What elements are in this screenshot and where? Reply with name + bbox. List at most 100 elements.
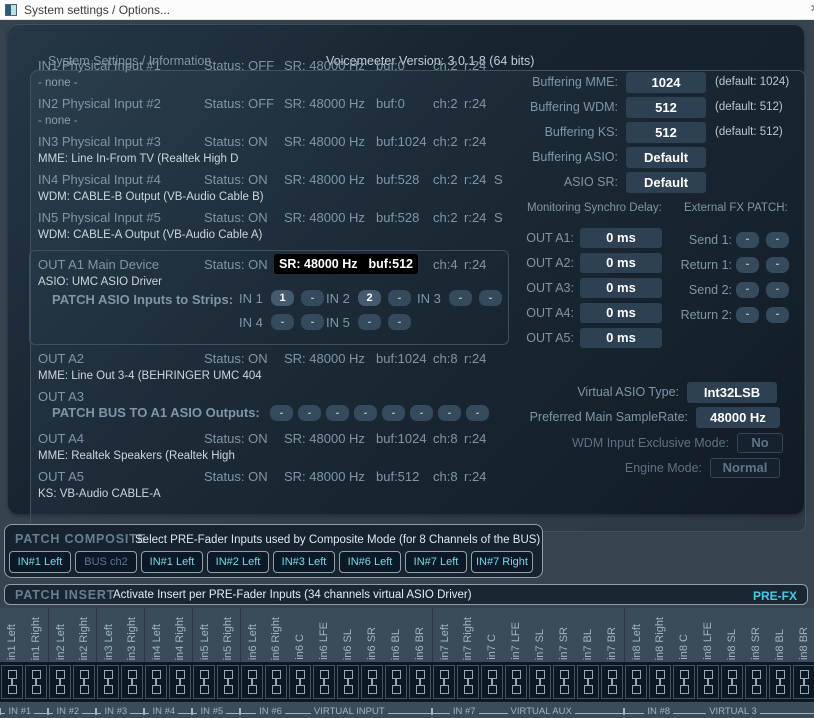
insert-toggle[interactable] — [73, 665, 95, 699]
device-buffer: buf:1024 — [376, 431, 427, 446]
virtual-asio-type-value[interactable]: Int32LSB — [687, 382, 777, 403]
preferred-samplerate-value[interactable]: 48000 Hz — [696, 407, 780, 428]
patch-bus-button[interactable]: - — [270, 405, 293, 421]
composite-button[interactable]: IN#3 Left — [273, 551, 335, 573]
insert-toggle[interactable] — [649, 665, 671, 699]
insert-toggle[interactable] — [505, 665, 527, 699]
patch-asio-button[interactable]: - — [358, 314, 381, 330]
insert-toggle[interactable] — [361, 665, 383, 699]
insert-toggle[interactable] — [169, 665, 191, 699]
fx-patch-button[interactable]: - — [736, 232, 759, 248]
device-list-outputs: OUT A4Status: ONSR: 48000 Hzbuf:1024ch:8… — [30, 427, 508, 503]
insert-toggle[interactable] — [481, 665, 503, 699]
device-name: IN1 Physical Input #1 — [38, 58, 161, 73]
composite-button[interactable]: IN#1 Left — [141, 551, 203, 573]
insert-toggle[interactable] — [721, 665, 743, 699]
title-bar[interactable]: System settings / Options... ✕ — [0, 0, 814, 20]
insert-toggle[interactable] — [97, 665, 119, 699]
insert-toggle[interactable] — [265, 665, 287, 699]
insert-channel-label: in6 Left — [240, 608, 264, 662]
patch-bus-button[interactable]: - — [382, 405, 405, 421]
insert-toggle[interactable] — [625, 665, 647, 699]
composite-button[interactable]: IN#1 Left — [9, 551, 71, 573]
patch-asio-button[interactable]: - — [271, 314, 294, 330]
insert-toggle[interactable] — [385, 665, 407, 699]
insert-toggle[interactable] — [601, 665, 623, 699]
insert-toggle[interactable] — [769, 665, 791, 699]
insert-toggle[interactable] — [1, 665, 23, 699]
fx-patch-button[interactable]: - — [766, 307, 789, 323]
insert-toggle[interactable] — [337, 665, 359, 699]
insert-cell — [336, 662, 360, 702]
insert-toggle[interactable] — [121, 665, 143, 699]
monitoring-delay-value[interactable]: 0 ms — [580, 328, 662, 348]
insert-toggle[interactable] — [457, 665, 479, 699]
patch-asio-button[interactable]: 2 — [358, 290, 381, 306]
patch-connector-icon — [8, 670, 17, 694]
insert-toggle[interactable] — [529, 665, 551, 699]
patch-bus-button[interactable]: - — [410, 405, 433, 421]
device-buffer: buf:512 — [376, 469, 419, 484]
insert-cell — [696, 662, 720, 702]
buffering-value[interactable]: 512 — [626, 97, 706, 118]
composite-button[interactable]: IN#7 Right — [471, 551, 533, 573]
insert-toggle[interactable] — [745, 665, 767, 699]
insert-toggle[interactable] — [673, 665, 695, 699]
insert-channel-label: in4 Right — [168, 608, 192, 662]
insert-channel-label: in7 Left — [432, 608, 456, 662]
fx-patch-button[interactable]: - — [736, 257, 759, 273]
insert-toggle[interactable] — [49, 665, 71, 699]
pre-fx-link[interactable]: PRE-FX — [753, 589, 797, 603]
patch-bus-button[interactable]: - — [466, 405, 489, 421]
patch-asio-button[interactable]: 1 — [271, 290, 294, 306]
out-a1-group: OUT A1 Main Device Status: ON SR: 48000 … — [29, 250, 509, 345]
fx-patch-button[interactable]: - — [736, 307, 759, 323]
composite-button[interactable]: IN#7 Left — [405, 551, 467, 573]
insert-cell — [456, 662, 480, 702]
patch-bus-button[interactable]: - — [438, 405, 461, 421]
patch-asio-button[interactable]: - — [388, 290, 411, 306]
insert-toggle[interactable] — [433, 665, 455, 699]
patch-bus-button[interactable]: - — [326, 405, 349, 421]
wdm-exclusive-mode-value[interactable]: No — [737, 433, 783, 453]
device-channels: ch:2 — [433, 134, 458, 149]
patch-asio-button[interactable]: - — [301, 314, 324, 330]
fx-patch-button[interactable]: - — [766, 282, 789, 298]
patch-asio-button[interactable]: - — [388, 314, 411, 330]
buffering-value[interactable]: Default — [626, 147, 706, 168]
buffering-value[interactable]: 1024 — [626, 72, 706, 93]
buffering-value[interactable]: 512 — [626, 122, 706, 143]
insert-toggle[interactable] — [193, 665, 215, 699]
fx-patch-button[interactable]: - — [766, 232, 789, 248]
insert-channel-label: in6 LFE — [312, 608, 336, 662]
engine-mode-value[interactable]: Normal — [710, 458, 780, 478]
buffering-value[interactable]: Default — [626, 172, 706, 193]
patch-bus-button[interactable]: - — [298, 405, 321, 421]
insert-toggle[interactable] — [25, 665, 47, 699]
insert-toggle[interactable] — [313, 665, 335, 699]
fx-patch-button[interactable]: - — [766, 257, 789, 273]
insert-toggle[interactable] — [217, 665, 239, 699]
patch-asio-button[interactable]: - — [301, 290, 324, 306]
patch-bus-button[interactable]: - — [354, 405, 377, 421]
insert-toggle[interactable] — [697, 665, 719, 699]
insert-toggle[interactable] — [793, 665, 814, 699]
buffering-row: Buffering ASIO:Default — [500, 146, 806, 168]
close-icon[interactable]: ✕ — [804, 1, 814, 16]
insert-cell — [672, 662, 696, 702]
insert-cell — [720, 662, 744, 702]
fx-patch-button[interactable]: - — [736, 282, 759, 298]
insert-toggle[interactable] — [553, 665, 575, 699]
insert-toggle[interactable] — [289, 665, 311, 699]
insert-toggle[interactable] — [241, 665, 263, 699]
insert-toggle[interactable] — [409, 665, 431, 699]
composite-button[interactable]: IN#2 Left — [207, 551, 269, 573]
insert-channel-label: in3 Left — [96, 608, 120, 662]
composite-button[interactable]: IN#6 Left — [339, 551, 401, 573]
insert-toggle[interactable] — [577, 665, 599, 699]
composite-button[interactable]: BUS ch2 — [75, 551, 137, 573]
patch-asio-input-label: IN 2 — [326, 291, 352, 306]
insert-toggle[interactable] — [145, 665, 167, 699]
insert-channel-label: in6 C — [288, 608, 312, 662]
device-name: OUT A1 Main Device — [38, 257, 159, 272]
